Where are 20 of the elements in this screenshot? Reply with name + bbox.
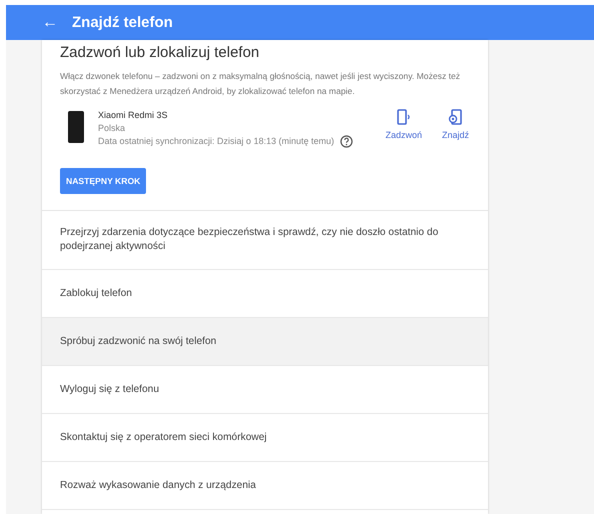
phone-ring-icon [396, 109, 411, 125]
device-country: Polska [98, 122, 126, 135]
next-step-button[interactable]: NASTĘPNY KROK [60, 168, 146, 194]
option-item[interactable]: Skontaktuj się z operatorem sieci komórkowej [42, 414, 488, 462]
back-button[interactable]: ← [42, 14, 58, 32]
help-icon[interactable] [340, 135, 354, 148]
description-text: Włącz dzwonek telefonu – zadzwoni on z maksymalną głośnością, nawet jeśli jest wyciszony. Możesz też skorzystać z Menedżera urządzeń Android, by zlokalizować telefon na mapie. [60, 70, 462, 98]
option-item[interactable]: Zablokuj telefon [42, 270, 488, 318]
sync-text: Data ostatniej synchronizacji: Dzisiaj o 18:13 (minutę temu) [98, 135, 334, 148]
section-heading: Zadzwoń lub zlokalizuj telefon [60, 44, 260, 61]
option-item[interactable]: Spróbuj zadzwonić na swój telefon [42, 318, 488, 366]
ring-button[interactable]: Zadzwoń [382, 109, 425, 140]
phone-icon [68, 111, 84, 143]
option-item[interactable]: Wyloguj się z telefonu [42, 366, 488, 414]
device-name: Xiaomi Redmi 3S [98, 109, 169, 122]
option-item[interactable]: Rozważ wykasowanie danych z urządzenia [42, 462, 488, 510]
phone-location-icon [448, 109, 462, 125]
option-item[interactable]: Przejrzyj zdarzenia dotyczące bezpieczeństwa i sprawdź, czy nie doszło ostatnio do podejrzanej aktywności [42, 211, 488, 270]
page-title: Znajdź telefon [72, 14, 173, 31]
locate-button[interactable]: Znajdź [438, 109, 472, 140]
